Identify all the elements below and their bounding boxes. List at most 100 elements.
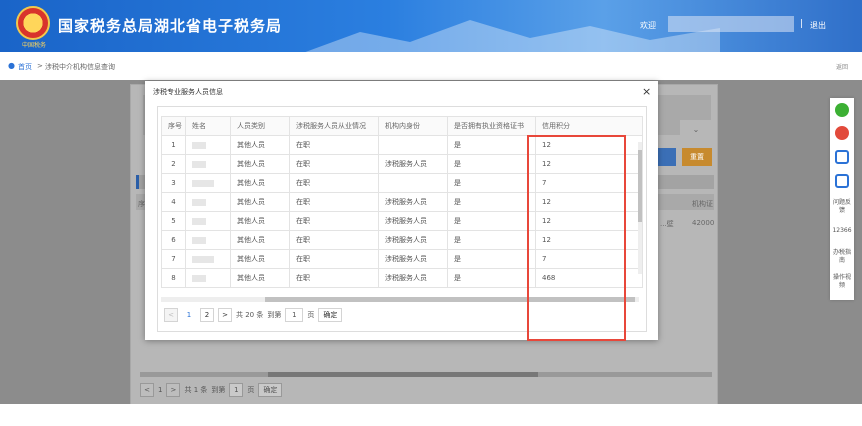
cell-status: 在职	[289, 211, 379, 231]
hotline-12366[interactable]: 12366	[832, 227, 852, 235]
tax-emblem-icon	[16, 6, 50, 40]
cell-cert: 是	[447, 249, 536, 269]
scroll-thumb[interactable]	[268, 372, 538, 377]
cell-status: 在职	[289, 173, 379, 193]
cell-no: 3	[161, 173, 186, 193]
cell-type: 其他人员	[230, 230, 290, 250]
cell-type: 其他人员	[230, 154, 290, 174]
cell-role	[378, 173, 448, 193]
back-link[interactable]: 返回	[836, 62, 848, 71]
page-footer	[0, 404, 862, 426]
page-input[interactable]: 1	[285, 308, 304, 322]
background-page-unit: 页	[247, 386, 255, 394]
cell-role: 涉税服务人员	[378, 268, 448, 288]
feedback-link[interactable]: 问题反馈	[832, 199, 852, 215]
cell-no: 4	[161, 192, 186, 212]
column-header-type[interactable]: 人员类别	[230, 116, 290, 136]
app-icon[interactable]	[835, 150, 849, 164]
cell-no: 1	[161, 135, 186, 155]
mountain-decoration	[305, 20, 720, 52]
cell-type: 其他人员	[230, 173, 290, 193]
breadcrumb-current: 涉税中介机构信息查询	[45, 63, 115, 71]
header-separator: |	[800, 19, 804, 29]
cell-status: 在职	[289, 249, 379, 269]
column-header-status[interactable]: 涉税服务人员从业情况	[289, 116, 379, 136]
cell-cert: 是	[447, 154, 536, 174]
background-next-page[interactable]: >	[166, 383, 181, 397]
cell-no: 2	[161, 154, 186, 174]
cell-cert: 是	[447, 211, 536, 231]
cell-cert: 是	[447, 173, 536, 193]
background-reset-button[interactable]: 重置	[682, 148, 712, 166]
user-name-masked	[668, 16, 794, 32]
cell-cert: 是	[447, 192, 536, 212]
background-confirm-button[interactable]: 确定	[258, 383, 283, 397]
cell-role: 涉税服务人员	[378, 211, 448, 231]
background-goto-label: 到第	[211, 386, 226, 394]
logout-link[interactable]: 退出	[810, 20, 826, 31]
cell-type: 其他人员	[230, 192, 290, 212]
cell-role: 涉税服务人员	[378, 192, 448, 212]
background-prev-page[interactable]: <	[140, 383, 154, 397]
background-total: 共 1 条	[184, 386, 208, 394]
breadcrumb-separator: >	[37, 62, 43, 70]
credit-score-highlight-box	[527, 135, 626, 341]
cell-status: 在职	[289, 230, 379, 250]
page-1[interactable]: 1	[182, 308, 196, 322]
right-float-toolbar: 问题反馈 12366 办税指南 操作视频	[830, 98, 854, 300]
confirm-page-button[interactable]: 确定	[318, 308, 343, 322]
close-icon[interactable]: ×	[642, 85, 651, 98]
vertical-scrollbar[interactable]	[638, 142, 642, 274]
cell-role	[378, 135, 448, 155]
breadcrumb-home[interactable]: 首页	[18, 62, 32, 72]
cell-name-masked	[185, 268, 231, 288]
weibo-icon[interactable]	[835, 126, 849, 140]
background-select[interactable]: ⌄	[680, 120, 712, 140]
cell-type: 其他人员	[230, 268, 290, 288]
cell-status: 在职	[289, 192, 379, 212]
total-count: 共 20 条	[236, 311, 264, 319]
staff-info-modal: 涉税专业服务人员信息 × 序号 姓名 人员类别 涉税服务人员从业情况 机构内身份…	[145, 81, 658, 341]
cell-name-masked	[185, 249, 231, 269]
cell-no: 8	[161, 268, 186, 288]
page-2[interactable]: 2	[200, 308, 214, 322]
app-icon[interactable]	[835, 174, 849, 188]
background-accent-bar	[136, 175, 139, 189]
cell-no: 7	[161, 249, 186, 269]
page-unit: 页	[307, 311, 315, 319]
background-cell-right: 42000	[692, 219, 715, 227]
cell-name-masked	[185, 135, 231, 155]
cell-cert: 是	[447, 135, 536, 155]
cell-name-masked	[185, 211, 231, 231]
column-header-no[interactable]: 序号	[161, 116, 186, 136]
cell-cert: 是	[447, 230, 536, 250]
cell-name-masked	[185, 230, 231, 250]
site-title: 国家税务总局湖北省电子税务局	[58, 17, 283, 35]
column-header-score[interactable]: 信用积分	[535, 116, 643, 136]
background-query-button[interactable]	[656, 148, 676, 166]
background-pager: < 1 > 共 1 条 到第 1 页 确定	[140, 382, 283, 398]
table-header-row: 序号 姓名 人员类别 涉税服务人员从业情况 机构内身份 是否拥有执业资格证书 信…	[161, 116, 643, 136]
tax-guide-link[interactable]: 办税指南	[832, 249, 852, 265]
scroll-thumb[interactable]	[638, 150, 642, 222]
cell-status: 在职	[289, 154, 379, 174]
cell-type: 其他人员	[230, 249, 290, 269]
operation-video-link[interactable]: 操作视频	[832, 274, 852, 290]
wechat-icon[interactable]	[835, 103, 849, 117]
background-page-number[interactable]: 1	[158, 386, 162, 394]
column-header-role[interactable]: 机构内身份	[378, 116, 448, 136]
location-pin-icon: ●	[8, 61, 15, 70]
site-header: 中国税务 国家税务总局湖北省电子税务局 欢迎 | 退出	[0, 0, 862, 52]
emblem-subtitle: 中国税务	[21, 42, 46, 49]
modal-table-container: 序号 姓名 人员类别 涉税服务人员从业情况 机构内身份 是否拥有执业资格证书 信…	[157, 106, 647, 341]
cell-name-masked	[185, 154, 231, 174]
column-header-cert[interactable]: 是否拥有执业资格证书	[447, 116, 536, 136]
goto-label: 到第	[267, 311, 282, 319]
next-page-button[interactable]: >	[218, 308, 232, 322]
welcome-text: 欢迎	[640, 21, 656, 30]
prev-page-button[interactable]: <	[164, 308, 178, 322]
cell-type: 其他人员	[230, 211, 290, 231]
column-header-name[interactable]: 姓名	[185, 116, 231, 136]
background-page-input[interactable]: 1	[229, 383, 244, 397]
background-horizontal-scrollbar[interactable]	[140, 372, 712, 377]
